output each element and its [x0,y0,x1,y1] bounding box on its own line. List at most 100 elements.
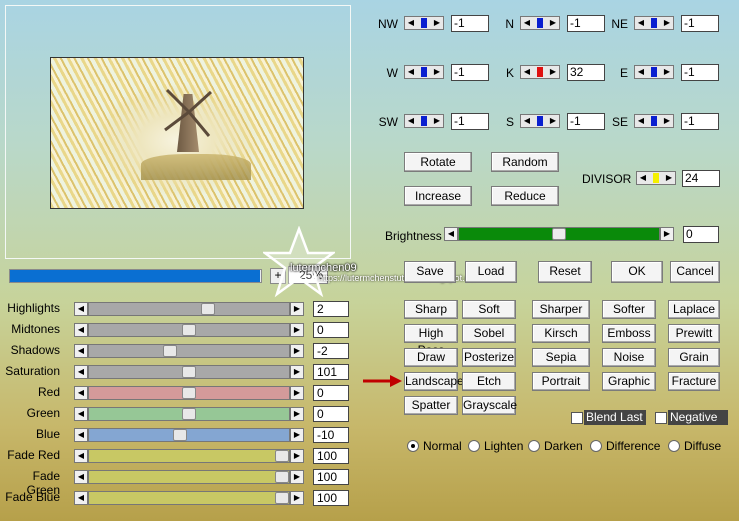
slider-right-icon[interactable]: ▶ [290,365,304,379]
spin-left-icon[interactable]: ◀ [405,115,417,127]
spin-right-icon[interactable]: ▶ [663,172,675,184]
noise-preset-button[interactable]: Noise [602,348,656,367]
slider-thumb[interactable] [182,324,196,336]
slider-value[interactable]: 2 [313,301,349,317]
spin-left-icon[interactable]: ◀ [635,115,647,127]
slider-left-icon[interactable]: ◀ [74,386,88,400]
graphic-preset-button[interactable]: Graphic [602,372,656,391]
spin-left-icon[interactable]: ◀ [521,115,533,127]
landscape-preset-button[interactable]: Landscape [404,372,464,391]
kernel-spinner[interactable]: ◀ ▶ [520,114,560,128]
mode-diffuse-radio[interactable] [668,440,680,452]
spin-right-icon[interactable]: ▶ [547,66,559,78]
slider-right-icon[interactable]: ▶ [290,407,304,421]
ok-button[interactable]: OK [611,261,663,283]
reset-button[interactable]: Reset [538,261,592,283]
grain-preset-button[interactable]: Grain [668,348,720,367]
slider-left-icon[interactable]: ◀ [74,449,88,463]
soft-preset-button[interactable]: Soft [462,300,516,319]
slider-track[interactable] [88,449,290,463]
slider-right-icon[interactable]: ▶ [290,386,304,400]
spin-right-icon[interactable]: ▶ [431,17,443,29]
spin-right-icon[interactable]: ▶ [661,115,673,127]
slider-track[interactable] [88,302,290,316]
spin-left-icon[interactable]: ◀ [521,17,533,29]
spin-right-icon[interactable]: ▶ [547,115,559,127]
slider-thumb[interactable] [275,492,289,504]
slider-track[interactable] [88,491,290,505]
kernel-value[interactable]: -1 [567,113,605,130]
increase-button[interactable]: Increase [404,186,472,206]
slider-right-icon[interactable]: ▶ [290,344,304,358]
slider-value[interactable]: 100 [313,469,349,485]
slider-left-icon[interactable]: ◀ [74,365,88,379]
slider-thumb[interactable] [275,450,289,462]
high-pass-preset-button[interactable]: High Pass [404,324,458,357]
slider-track[interactable] [88,407,290,421]
sharp-preset-button[interactable]: Sharp [404,300,458,319]
kernel-spinner[interactable]: ◀ ▶ [634,65,674,79]
spin-right-icon[interactable]: ▶ [661,66,673,78]
kernel-value[interactable]: -1 [681,64,719,81]
grayscale-preset-button[interactable]: Grayscale [462,396,517,415]
slider-thumb[interactable] [182,408,196,420]
slider-track[interactable] [88,428,290,442]
slider-track[interactable] [88,323,290,337]
slider-thumb[interactable] [182,366,196,378]
emboss-preset-button[interactable]: Emboss [602,324,656,343]
mode-difference-radio[interactable] [590,440,602,452]
random-button[interactable]: Random [491,152,559,172]
slider-value[interactable]: 0 [313,406,349,422]
fracture-preset-button[interactable]: Fracture [668,372,720,391]
kernel-value[interactable]: -1 [681,113,719,130]
slider-right-icon[interactable]: ▶ [290,470,304,484]
kernel-spinner[interactable]: ◀ ▶ [520,16,560,30]
slider-track[interactable] [88,470,290,484]
kernel-spinner[interactable]: ◀ ▶ [404,114,444,128]
spin-right-icon[interactable]: ▶ [431,66,443,78]
kernel-spinner[interactable]: ◀ ▶ [404,65,444,79]
slider-left-icon[interactable]: ◀ [74,407,88,421]
slider-right-icon[interactable]: ▶ [290,302,304,316]
brightness-right-icon[interactable]: ▶ [660,227,674,241]
blend-last-checkbox[interactable] [571,412,583,424]
spin-right-icon[interactable]: ▶ [547,17,559,29]
load-button[interactable]: Load [465,261,517,283]
divisor-value[interactable]: 24 [682,170,720,187]
slider-value[interactable]: -10 [313,427,349,443]
spin-left-icon[interactable]: ◀ [635,66,647,78]
kernel-value[interactable]: -1 [681,15,719,32]
slider-value[interactable]: -2 [313,343,349,359]
mode-darken-radio[interactable] [528,440,540,452]
slider-right-icon[interactable]: ▶ [290,323,304,337]
spin-left-icon[interactable]: ◀ [405,66,417,78]
kernel-value[interactable]: -1 [451,113,489,130]
slider-thumb[interactable] [275,471,289,483]
laplace-preset-button[interactable]: Laplace [668,300,720,319]
spin-left-icon[interactable]: ◀ [405,17,417,29]
brightness-left-icon[interactable]: ◀ [444,227,458,241]
slider-left-icon[interactable]: ◀ [74,470,88,484]
save-button[interactable]: Save [404,261,456,283]
slider-track[interactable] [88,344,290,358]
slider-thumb[interactable] [201,303,215,315]
draw-preset-button[interactable]: Draw [404,348,458,367]
kernel-value[interactable]: -1 [451,15,489,32]
sepia-preset-button[interactable]: Sepia [532,348,590,367]
slider-value[interactable]: 100 [313,448,349,464]
softer-preset-button[interactable]: Softer [602,300,656,319]
slider-right-icon[interactable]: ▶ [290,491,304,505]
mode-normal-radio[interactable] [407,440,419,452]
kernel-value[interactable]: -1 [451,64,489,81]
brightness-value[interactable]: 0 [683,226,719,243]
slider-left-icon[interactable]: ◀ [74,491,88,505]
rotate-button[interactable]: Rotate [404,152,472,172]
slider-right-icon[interactable]: ▶ [290,428,304,442]
slider-left-icon[interactable]: ◀ [74,302,88,316]
portrait-preset-button[interactable]: Portrait [532,372,590,391]
slider-left-icon[interactable]: ◀ [74,344,88,358]
slider-thumb[interactable] [163,345,177,357]
spin-right-icon[interactable]: ▶ [431,115,443,127]
slider-value[interactable]: 0 [313,322,349,338]
slider-thumb[interactable] [173,429,187,441]
